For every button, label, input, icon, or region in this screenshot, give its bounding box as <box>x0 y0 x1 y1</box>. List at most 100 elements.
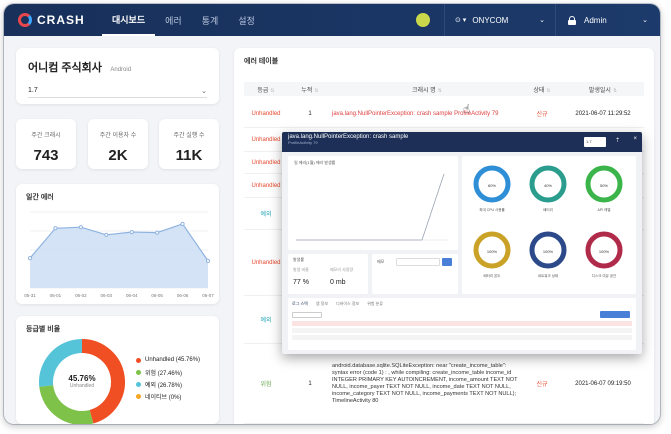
data-point <box>27 256 33 261</box>
legend-swatch <box>136 381 141 387</box>
download-button[interactable] <box>600 311 630 318</box>
popup-tab[interactable]: 위험 분류 <box>367 301 383 307</box>
logo[interactable]: CRASH <box>18 13 102 27</box>
popup-tab[interactable]: 디바이스 정보 <box>336 301 359 307</box>
metric-ring-value: 100% <box>543 249 554 254</box>
memo-save-button[interactable] <box>442 258 452 266</box>
x-tick-label: 06-03 <box>101 293 113 298</box>
tab-statistics[interactable]: 통계 <box>192 4 229 36</box>
count-cell: 1 <box>308 110 312 117</box>
header-crash-name[interactable]: 크래시 명 ⇅ <box>332 85 522 94</box>
company-os: Android <box>110 67 132 73</box>
status-cell: 신규 <box>536 112 548 118</box>
grade-ratio-card: 등급별 비율 45.76% Unhandled Unhandled (45.76… <box>16 316 219 424</box>
share-icon[interactable]: ⇡ <box>615 137 620 144</box>
tab-errors[interactable]: 에러 <box>155 4 192 36</box>
table-header: 등급 ⇅ 누적 ⇅ 크래시 명 ⇅ 상태 ⇅ 발생일시 ⇅ <box>244 82 644 96</box>
lock-icon <box>568 15 576 25</box>
date-cell: 2021-06-07 11:29:52 <box>575 110 631 117</box>
grade-legend: Unhandled (45.76%) 위험 (27.46%) 예외 (26.78%)… <box>136 354 200 402</box>
legend-item: 예외 (26.78%) <box>136 378 200 390</box>
date-cell: 2021-06-07 09:19:50 <box>575 380 631 387</box>
popup-header: java.lang.NullPointerException: crash sa… <box>282 132 642 152</box>
header-count[interactable]: 누적 ⇅ <box>288 85 332 94</box>
data-point <box>180 221 185 227</box>
metric-ring: 100% <box>473 231 511 269</box>
stat-value: 743 <box>33 147 59 164</box>
company-card: 어니컴 주식회사 Android 1.7 ⌄ <box>16 48 219 104</box>
metric-ring-value: 100% <box>599 249 610 254</box>
x-tick-label: 06-02 <box>75 293 87 298</box>
series-line <box>296 173 445 241</box>
project-selector[interactable]: ⊙ ▾ ONYCOM ⌄ <box>445 16 555 25</box>
sort-icon: ⇅ <box>314 87 319 94</box>
card-title: 일간 에러 <box>26 194 54 201</box>
header-status[interactable]: 상태 ⇅ <box>522 85 562 94</box>
memory-value: 0 mb <box>330 279 346 286</box>
popup-version-select[interactable]: 1.7 <box>584 137 606 147</box>
x-tick-label: 06-04 <box>126 293 138 298</box>
data-point <box>53 226 58 231</box>
header-grade[interactable]: 등급 ⇅ <box>244 85 288 94</box>
memo-input[interactable] <box>396 258 440 266</box>
stat-label: 주간 크래시 <box>31 133 61 139</box>
user-menu[interactable]: Admin ⌄ <box>556 15 660 25</box>
sort-icon: ⇅ <box>270 87 275 94</box>
company-name: 어니컴 주식회사 <box>28 62 102 74</box>
tab-settings[interactable]: 설정 <box>228 4 265 36</box>
header-label: 크래시 명 <box>412 87 436 94</box>
popup-tab[interactable]: 앱 정보 <box>316 301 328 307</box>
metric-ring-label: API 레벨 <box>597 208 611 212</box>
legend-label: 네이티브 (0%) <box>145 394 182 401</box>
top-nav: CRASH 대시보드 에러 통계 설정 ⊙ ▾ ONYCOM ⌄ Admin ⌄ <box>4 4 660 36</box>
table-row[interactable]: Unhandled 1 java.lang.NullPointerException… <box>244 100 644 128</box>
header-label: 발생일시 <box>588 87 611 94</box>
header-label: 누적 <box>301 87 313 94</box>
metric-ring-value: 100% <box>487 249 498 254</box>
count-cell: 1 <box>308 380 312 387</box>
company-title: 어니컴 주식회사 Android <box>28 58 207 76</box>
legend-label: Unhandled (45.76%) <box>145 357 201 363</box>
data-point <box>78 225 83 230</box>
crash-name-cell[interactable]: java.lang.NullPointerException: crash sa… <box>332 111 522 117</box>
rate-value: 77 % <box>293 279 309 286</box>
device-metrics-panel: 60% 최대 CPU 사용률 40% 배터리 50% API 레벨 100% 배터리 온도 10… <box>462 156 636 294</box>
x-tick-label: 06-01 <box>50 293 62 298</box>
stat-weekly-users: 주간 이용자 수 2K <box>88 119 148 169</box>
crash-name-cell[interactable]: android.database.sqlite.SQLiteException:… <box>332 363 522 405</box>
metric-ring-label: 디스크 여유 공간 <box>591 274 617 278</box>
metric-ring-label: 배터리 <box>543 208 553 212</box>
stat-weekly-crash: 주간 크래시 743 <box>16 119 76 169</box>
header-date[interactable]: 발생일시 ⇅ <box>562 85 644 94</box>
popup-tabs: 로그 스택 앱 정보 디바이스 정보 위험 분류 <box>292 301 391 307</box>
logo-icon <box>18 13 32 27</box>
metric-ring: 40% <box>529 165 567 203</box>
version-select[interactable]: 1.7 ⌄ <box>28 84 207 98</box>
metric-ring: 100% <box>585 231 623 269</box>
stat-label: 주간 이용자 수 <box>99 133 137 139</box>
close-button[interactable]: × <box>633 136 637 142</box>
popup-tab[interactable]: 로그 스택 <box>292 301 308 307</box>
card-title: 등급별 비율 <box>26 326 61 333</box>
nav-right: ⊙ ▾ ONYCOM ⌄ Admin ⌄ <box>416 4 660 36</box>
legend-item: 네이티브 (0%) <box>136 390 200 402</box>
chevron-down-icon: ⌄ <box>539 17 545 24</box>
memo-panel: 메모 <box>372 254 458 294</box>
avatar[interactable] <box>416 13 430 27</box>
metric-ring-label: 배터리 온도 <box>483 274 501 278</box>
metric-ring-value: 60% <box>488 183 496 188</box>
legend-swatch <box>136 369 141 375</box>
popup-trend-chart <box>296 173 448 241</box>
sort-icon: ⇅ <box>546 87 551 94</box>
legend-item: 위험 (27.46%) <box>136 366 200 378</box>
tab-dashboard[interactable]: 대시보드 <box>102 4 156 36</box>
hand-pointer-icon: ☝ <box>463 102 471 116</box>
data-point <box>104 232 109 237</box>
version-value: 1.7 <box>28 87 38 94</box>
rate-panel: 발생률 발생 비율 메모리 사용량 77 % 0 mb <box>288 254 368 294</box>
log-filter-select[interactable] <box>292 312 322 318</box>
table-row[interactable]: 위험 1 android.database.sqlite.SQLiteExcepti… <box>244 344 644 424</box>
panel-title: 메모 <box>377 259 385 264</box>
log-panel: 로그 스택 앱 정보 디바이스 정보 위험 분류 <box>288 298 636 350</box>
metric-ring: 50% <box>585 165 623 203</box>
